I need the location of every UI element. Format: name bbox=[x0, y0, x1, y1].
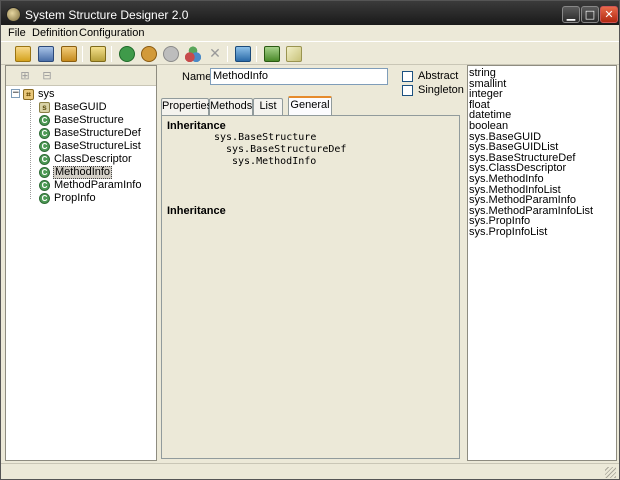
struct-icon: s bbox=[39, 102, 50, 113]
tree-item-label: BaseStructure bbox=[54, 114, 124, 126]
name-label: Name bbox=[182, 71, 212, 83]
tree-item-label: BaseStructureList bbox=[54, 140, 141, 152]
tree-item[interactable]: C BaseStructureDef bbox=[39, 127, 142, 140]
publish-icon[interactable] bbox=[235, 46, 251, 62]
name-field[interactable]: MethodInfo bbox=[210, 68, 388, 85]
tree-item-label: ClassDescriptor bbox=[54, 153, 132, 165]
class-icon: C bbox=[39, 141, 50, 152]
status-bar bbox=[1, 463, 619, 479]
abstract-label: Abstract bbox=[418, 70, 459, 82]
menu-file[interactable]: File bbox=[8, 27, 26, 39]
abstract-checkbox[interactable] bbox=[402, 71, 413, 82]
close-button[interactable]: ✕ bbox=[600, 6, 618, 23]
class-icon: C bbox=[39, 154, 50, 165]
singleton-checkbox[interactable] bbox=[402, 85, 413, 96]
import-icon[interactable] bbox=[90, 46, 106, 62]
tree-root[interactable]: ⌗ sys bbox=[23, 88, 56, 101]
editor-panel: Name MethodInfo Abstract Singleton Prope… bbox=[158, 65, 464, 461]
tree-item-label: BaseStructureDef bbox=[54, 127, 141, 139]
tree-item-label: MethodParamInfo bbox=[54, 179, 142, 191]
inheritance-heading: Inheritance bbox=[167, 120, 226, 132]
type-list-item[interactable]: sys.PropInfoList bbox=[469, 226, 547, 238]
tree-item-label: PropInfo bbox=[54, 192, 96, 204]
collapse-all-icon[interactable]: ⊟ bbox=[40, 69, 54, 83]
window-title: System Structure Designer 2.0 bbox=[25, 8, 189, 22]
class-icon: C bbox=[39, 193, 50, 204]
menu-definition[interactable]: Definition bbox=[32, 27, 78, 39]
tree-item-label: BaseGUID bbox=[54, 101, 107, 113]
delete-icon[interactable]: ✕ bbox=[207, 46, 223, 62]
type-list-panel: string smallint integer float datetime boolea… bbox=[467, 65, 617, 461]
tree-item[interactable]: C MethodParamInfo bbox=[39, 179, 142, 192]
save-icon[interactable] bbox=[38, 46, 54, 62]
class-icon: C bbox=[39, 180, 50, 191]
tree-expander[interactable]: − bbox=[11, 89, 20, 98]
inheritance-heading-2: Inheritance bbox=[167, 205, 226, 217]
singleton-label: Singleton bbox=[418, 84, 464, 96]
tree-root-label: sys bbox=[38, 88, 55, 100]
class-icon: C bbox=[39, 128, 50, 139]
menu-configuration[interactable]: Configuration bbox=[79, 27, 144, 39]
new-interface-icon[interactable] bbox=[163, 46, 179, 62]
tree-item[interactable]: s BaseGUID bbox=[39, 101, 108, 114]
maximize-button[interactable]: □ bbox=[581, 6, 599, 23]
edit-icon[interactable] bbox=[286, 46, 302, 62]
open-icon[interactable] bbox=[15, 46, 31, 62]
tree-item[interactable]: C BaseStructureList bbox=[39, 140, 142, 153]
add-member-icon[interactable] bbox=[185, 46, 201, 62]
tree-item-label: MethodInfo bbox=[53, 166, 113, 179]
tree-toolbar: ⊞ ⊟ bbox=[6, 66, 156, 86]
class-icon: C bbox=[39, 167, 50, 178]
new-class-icon[interactable] bbox=[119, 46, 135, 62]
class-icon: C bbox=[39, 115, 50, 126]
expand-all-icon[interactable]: ⊞ bbox=[18, 69, 32, 83]
general-tab-content: Inheritance sys.BaseStructure sys.BaseSt… bbox=[161, 115, 460, 459]
menu-bar: File Definition Configuration bbox=[1, 25, 619, 41]
tree-item[interactable]: C BaseStructure bbox=[39, 114, 125, 127]
tab-methods[interactable]: Methods bbox=[209, 98, 253, 115]
namespace-icon: ⌗ bbox=[23, 89, 34, 100]
app-logo-icon bbox=[6, 7, 21, 22]
tab-list[interactable]: List bbox=[253, 98, 283, 115]
save-all-icon[interactable] bbox=[61, 46, 77, 62]
tab-properties[interactable]: Properties bbox=[161, 98, 212, 115]
settings-icon[interactable] bbox=[264, 46, 280, 62]
structure-tree-panel: ⊞ ⊟ − ⌗ sys s BaseGUID C BaseStructure C Bas… bbox=[5, 65, 157, 461]
tree-item[interactable]: C ClassDescriptor bbox=[39, 153, 133, 166]
minimize-button[interactable]: ▁ bbox=[562, 6, 580, 23]
inheritance-item: sys.BaseStructureDef bbox=[226, 144, 347, 155]
tab-general[interactable]: General bbox=[288, 96, 332, 115]
inheritance-item: sys.MethodInfo bbox=[232, 156, 317, 167]
tree-item-selected[interactable]: C MethodInfo bbox=[39, 166, 113, 179]
app-window: System Structure Designer 2.0 ▁ □ ✕ File… bbox=[0, 0, 620, 480]
new-enum-icon[interactable] bbox=[141, 46, 157, 62]
resize-grip-icon[interactable] bbox=[605, 467, 616, 478]
toolbar: ✕ bbox=[1, 41, 619, 65]
tree-item[interactable]: C PropInfo bbox=[39, 192, 97, 205]
inheritance-item: sys.BaseStructure bbox=[214, 132, 317, 143]
